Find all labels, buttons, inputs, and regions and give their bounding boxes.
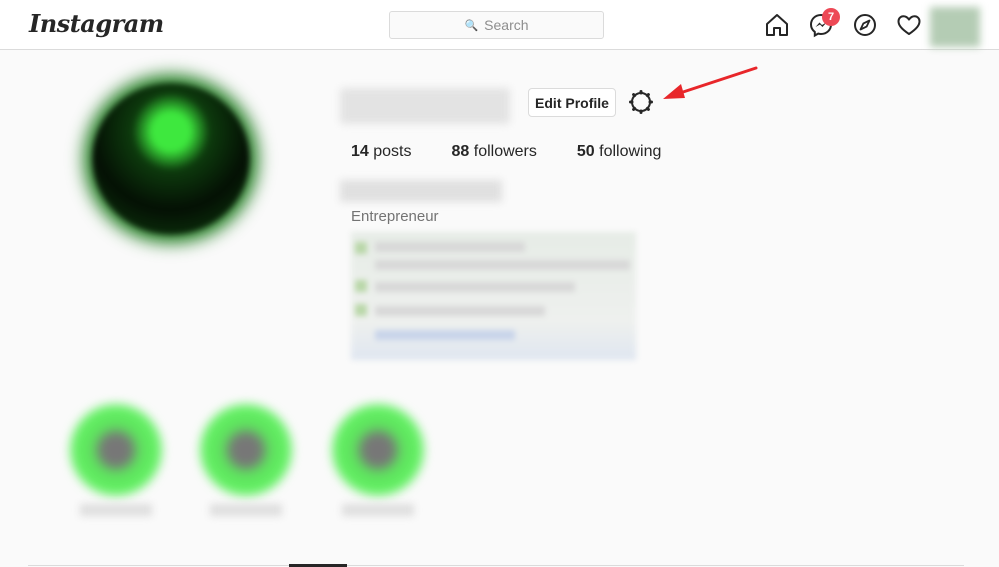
story-highlight[interactable]: [324, 398, 432, 526]
home-icon[interactable]: [764, 12, 790, 38]
story-highlight[interactable]: [192, 398, 300, 526]
highlight-label-blurred: [210, 504, 282, 516]
profile-avatar[interactable]: [930, 7, 980, 47]
search-placeholder: Search: [484, 17, 529, 33]
profile-picture[interactable]: [92, 83, 250, 235]
highlight-cover: [70, 404, 162, 496]
search-icon: 🔍: [464, 19, 479, 32]
username-blurred: [340, 88, 510, 124]
explore-icon[interactable]: [852, 12, 878, 38]
highlight-label-blurred: [80, 504, 152, 516]
highlight-label-blurred: [342, 504, 414, 516]
full-name-blurred: [340, 180, 502, 202]
tabs-divider: [28, 565, 964, 566]
highlight-cover: [200, 404, 292, 496]
following-stat[interactable]: 50 following: [577, 143, 662, 161]
search-input[interactable]: 🔍 Search: [389, 11, 604, 39]
story-highlight[interactable]: [62, 398, 170, 526]
instagram-logo[interactable]: Instagram: [29, 9, 164, 38]
bio-text-blurred: [351, 232, 636, 360]
gear-icon[interactable]: [627, 88, 655, 116]
highlight-cover: [332, 404, 424, 496]
top-navigation-bar: Instagram 🔍 Search 7: [0, 0, 999, 50]
followers-stat[interactable]: 88 followers: [452, 143, 537, 161]
edit-profile-button[interactable]: Edit Profile: [528, 88, 616, 117]
profile-stats: 14 posts 88 followers 50 following: [351, 143, 701, 161]
posts-stat[interactable]: 14 posts: [351, 143, 412, 161]
activity-heart-icon[interactable]: [896, 12, 922, 38]
messenger-badge: 7: [822, 8, 840, 26]
bio-category: Entrepreneur: [351, 208, 439, 225]
annotation-arrow: [663, 66, 758, 99]
